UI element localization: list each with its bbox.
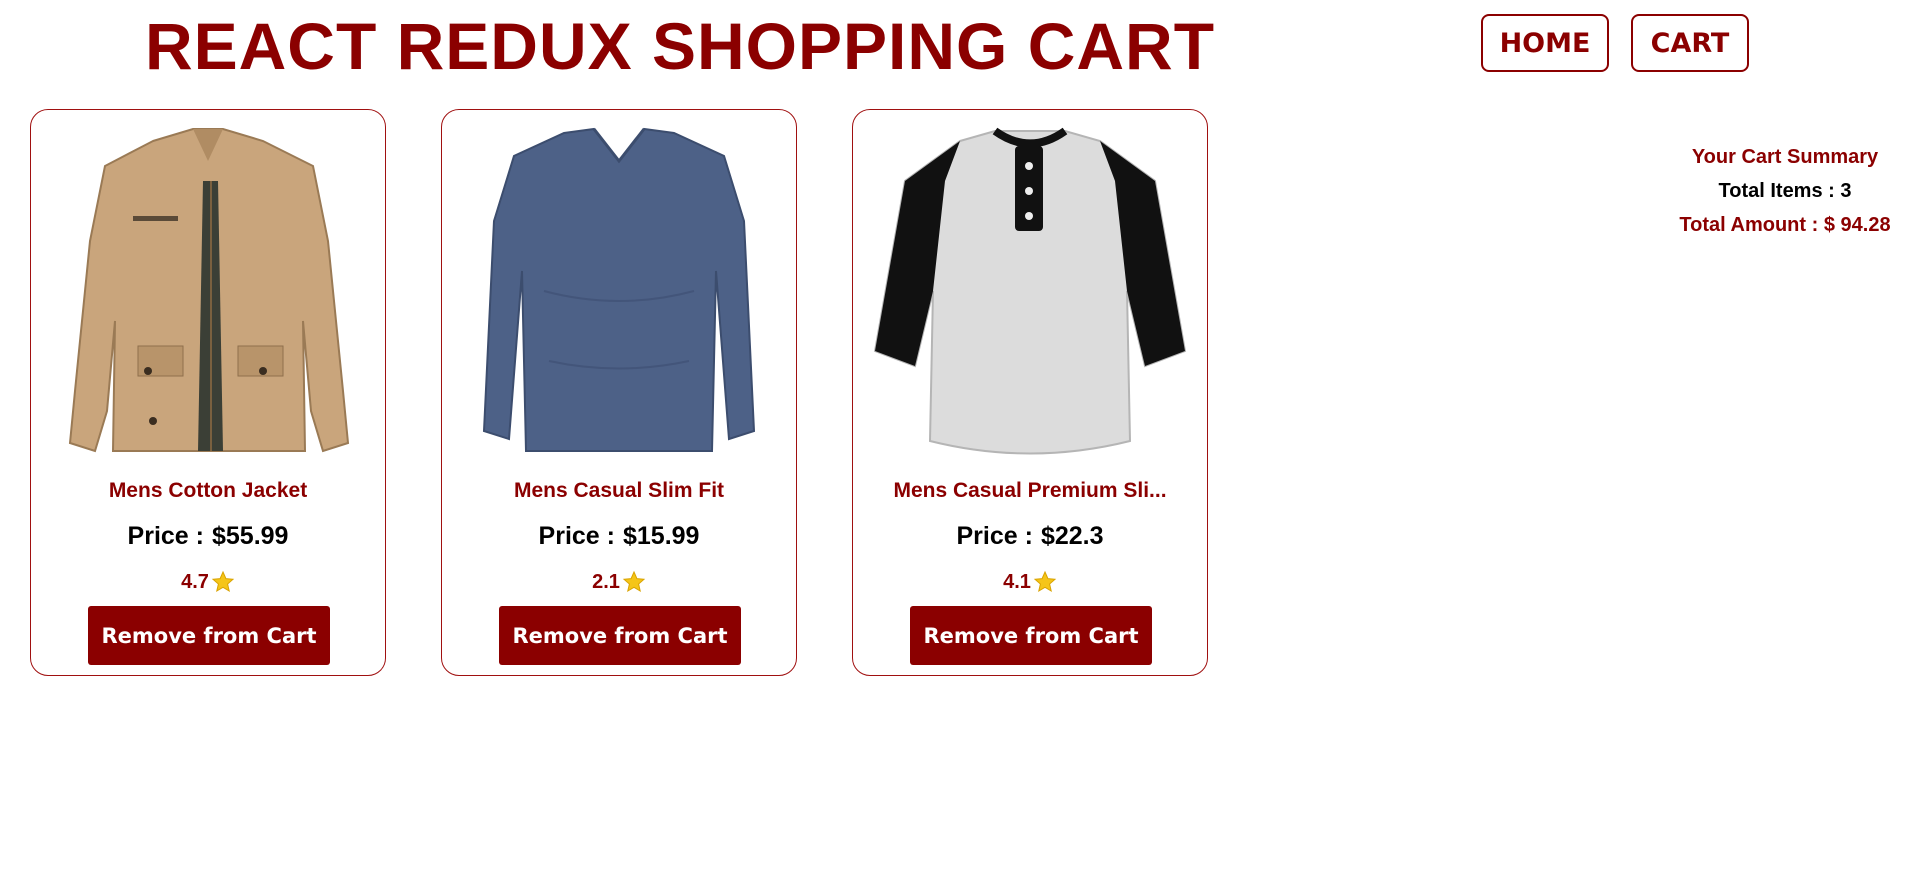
- blue-longsleeve-tshirt-image: [454, 121, 784, 463]
- raglan-henley-shirt-image: [865, 121, 1195, 463]
- top-nav: HOME CART: [1481, 14, 1749, 72]
- price-value: $15.99: [622, 522, 700, 550]
- product-card: Mens Casual Slim Fit Price : $15.99 2.1 …: [441, 109, 797, 676]
- product-title: Mens Cotton Jacket: [108, 479, 308, 502]
- cotton-jacket-image: [43, 121, 373, 463]
- product-price: Price : $55.99: [128, 522, 289, 551]
- rating-value: 2.1: [592, 570, 620, 593]
- star-icon: [622, 570, 646, 593]
- remove-from-cart-button[interactable]: Remove from Cart: [499, 606, 741, 665]
- product-card: Mens Casual Premium Sli... Price : $22.3…: [852, 109, 1208, 676]
- product-title: Mens Casual Premium Sli...: [893, 479, 1167, 502]
- total-amount: Total Amount : $ 94.28: [1679, 214, 1891, 236]
- product-card: Mens Cotton Jacket Price : $55.99 4.7 Re…: [30, 109, 386, 676]
- price-label: Price :: [127, 522, 204, 550]
- product-list: Mens Cotton Jacket Price : $55.99 4.7 Re…: [30, 109, 1208, 676]
- price-label: Price :: [538, 522, 615, 550]
- remove-from-cart-button[interactable]: Remove from Cart: [88, 606, 330, 665]
- star-icon: [211, 570, 235, 593]
- price-value: $55.99: [211, 522, 289, 550]
- cart-button[interactable]: CART: [1631, 14, 1749, 72]
- cart-summary-title: Your Cart Summary: [1691, 146, 1879, 168]
- total-items: Total Items : 3: [1718, 180, 1852, 202]
- home-button[interactable]: HOME: [1481, 14, 1609, 72]
- page-title: REACT REDUX SHOPPING CART: [144, 9, 1216, 83]
- star-icon: [1033, 570, 1057, 593]
- price-label: Price :: [956, 522, 1033, 550]
- cart-summary: Your Cart Summary Total Items : 3 Total …: [1660, 146, 1910, 237]
- price-value: $22.3: [1040, 522, 1104, 550]
- rating-value: 4.7: [181, 570, 209, 593]
- product-price: Price : $22.3: [957, 522, 1104, 551]
- rating-value: 4.1: [1003, 570, 1031, 593]
- product-title: Mens Casual Slim Fit: [513, 479, 725, 502]
- remove-from-cart-button[interactable]: Remove from Cart: [910, 606, 1152, 665]
- product-rating: 4.7: [181, 570, 235, 594]
- product-price: Price : $15.99: [539, 522, 700, 551]
- product-rating: 2.1: [592, 570, 646, 594]
- product-rating: 4.1: [1003, 570, 1057, 594]
